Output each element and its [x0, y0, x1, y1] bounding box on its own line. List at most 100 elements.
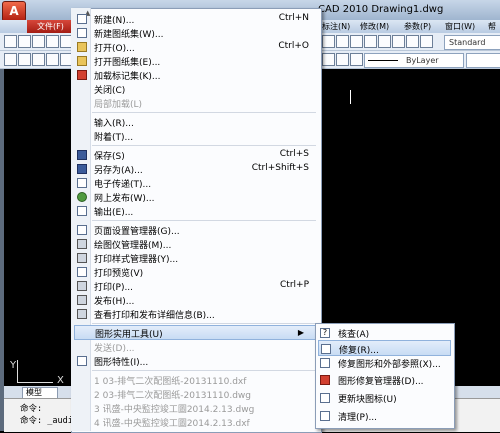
menu-item-label: 图形实用工具(U)	[95, 330, 163, 340]
menu-separator	[92, 145, 316, 146]
submenu-arrow-icon: ▶	[297, 328, 304, 337]
submenu-item-purge[interactable]: 清理(P)...	[318, 408, 451, 424]
menu-item-open-sheetset[interactable]: 打开图纸集(E)...	[74, 54, 319, 68]
menu-file[interactable]: 文件(F)	[27, 20, 71, 33]
command-history-line: 命令:	[20, 404, 43, 414]
save-disk-icon	[77, 150, 87, 160]
line-icon[interactable]	[322, 53, 335, 66]
menu-item-plot-preview[interactable]: 打印预览(V)	[74, 265, 319, 279]
menu-item-close[interactable]: 关闭(C)	[74, 82, 319, 96]
menu-item-shortcut: Ctrl+O	[278, 41, 309, 51]
menu-item-plot[interactable]: 打印(P)... Ctrl+P	[74, 279, 319, 293]
recent-file-3[interactable]: 3 讯盛-中央監控竣工圖2014.2.13.dwg	[74, 401, 319, 415]
sheetset-icon	[77, 28, 87, 38]
text-style-dropdown[interactable]: Standard	[444, 35, 500, 50]
submenu-item-label: 图形修复管理器(D)...	[338, 377, 424, 387]
menu-item-drawing-properties[interactable]: 图形特性(I)...	[74, 354, 319, 368]
sun-icon[interactable]	[32, 53, 45, 66]
submenu-item-label: 核查(A)	[338, 330, 370, 340]
arc-icon[interactable]	[336, 53, 349, 66]
menu-item-label: 输出(E)...	[94, 208, 134, 218]
tool-palette-icon[interactable]	[406, 35, 419, 48]
lock-icon[interactable]	[46, 53, 59, 66]
menu-item-label: 图形特性(I)...	[94, 358, 149, 368]
ucs-x-label: X	[57, 375, 64, 386]
recovery-manager-icon	[320, 375, 330, 385]
menu-item-new-sheetset[interactable]: 新建图纸集(W)...	[74, 26, 319, 40]
menu-item-label: 保存(S)	[94, 152, 125, 162]
layer-icon[interactable]	[4, 53, 17, 66]
menu-separator	[92, 370, 316, 371]
recent-file-4[interactable]: 4 讯盛-中央監控竣工圖2014.2.13.dxf	[74, 415, 319, 429]
application-menu-button[interactable]: A	[2, 1, 26, 22]
menu-item-label: 页面设置管理器(G)...	[94, 227, 180, 237]
page-setup-icon	[77, 225, 87, 235]
etransmit-icon	[77, 178, 87, 188]
menu-item-new[interactable]: 新建(N)... Ctrl+N	[74, 12, 319, 26]
menu-item-plotter-manager[interactable]: 绘图仪管理器(M)...	[74, 237, 319, 251]
new-doc-icon	[77, 14, 87, 24]
menu-item-load-markup[interactable]: 加载标记集(K)...	[74, 68, 319, 82]
preview-icon	[77, 267, 87, 277]
menu-item-plot-details[interactable]: 查看打印和发布详细信息(B)...	[74, 307, 319, 321]
menu-item-label: 打开图纸集(E)...	[94, 58, 161, 68]
submenu-item-recover-xrefs[interactable]: 修复图形和外部参照(X)...	[318, 355, 451, 371]
submenu-item-recover[interactable]: 修复(R)...	[318, 340, 451, 356]
menu-item-label: 另存为(A)...	[94, 166, 143, 176]
menu-item-page-setup[interactable]: 页面设置管理器(G)...	[74, 223, 319, 237]
menu-item-label: 1 03-排气二次配图纸-20131110.dxf	[94, 377, 247, 387]
plotter-icon	[77, 239, 87, 249]
print-icon[interactable]	[46, 35, 59, 48]
submenu-item-recovery-manager[interactable]: 图形修复管理器(D)...	[318, 372, 451, 388]
save-as-icon	[77, 164, 87, 174]
menu-item-label: 局部加载(L)	[94, 100, 143, 110]
menu-item-publish-web[interactable]: 网上发布(W)...	[74, 190, 319, 204]
window-title: CAD 2010 Drawing1.dwg	[318, 4, 444, 15]
bulb-icon[interactable]	[18, 53, 31, 66]
design-center-icon[interactable]	[392, 35, 405, 48]
recent-file-1[interactable]: 1 03-排气二次配图纸-20131110.dxf	[74, 373, 319, 387]
globe-icon	[77, 192, 87, 202]
ucs-y-label: Y	[10, 360, 17, 371]
menu-help[interactable]: 帮	[488, 21, 496, 32]
properties-icon[interactable]	[378, 35, 391, 48]
pan-icon[interactable]	[350, 35, 363, 48]
menu-item-etransmit[interactable]: 电子传递(T)...	[74, 176, 319, 190]
menu-item-open[interactable]: 打开(O)... Ctrl+O	[74, 40, 319, 54]
menu-item-plot-style-manager[interactable]: 打印样式管理器(Y)...	[74, 251, 319, 265]
menu-item-save[interactable]: 保存(S) Ctrl+S	[74, 148, 319, 162]
open-icon[interactable]	[18, 35, 31, 48]
recover-xrefs-icon	[320, 358, 330, 368]
redo-icon[interactable]	[336, 35, 349, 48]
menu-item-save-as[interactable]: 另存为(A)... Ctrl+Shift+S	[74, 162, 319, 176]
menu-dimension[interactable]: 标注(N)	[322, 21, 350, 32]
submenu-item-label: 修复图形和外部参照(X)...	[338, 360, 441, 370]
menu-params[interactable]: 参数(P)	[404, 21, 431, 32]
linetype-dropdown[interactable]: ByLayer	[364, 53, 464, 68]
menu-item-export[interactable]: 输出(E)...	[74, 204, 319, 218]
zoom-icon[interactable]	[364, 35, 377, 48]
menu-item-label: 发送(D)...	[94, 344, 135, 354]
menu-item-label: 4 讯盛-中央監控竣工圖2014.2.13.dxf	[94, 419, 250, 429]
menu-item-label: 绘图仪管理器(M)...	[94, 241, 172, 251]
circle-icon[interactable]	[350, 53, 363, 66]
lineweight-dropdown[interactable]	[466, 53, 500, 68]
menu-item-label: 输入(R)...	[94, 119, 134, 129]
menu-item-drawing-utilities[interactable]: 图形实用工具(U) ▶	[74, 325, 319, 340]
submenu-item-update-block-icons[interactable]: 更新块图标(U)	[318, 390, 451, 406]
menu-window[interactable]: 窗口(W)	[445, 21, 475, 32]
text-style-icon[interactable]	[420, 35, 433, 48]
menu-item-publish[interactable]: 发布(H)...	[74, 293, 319, 307]
ucs-y-axis	[17, 360, 18, 383]
export-icon	[77, 206, 87, 216]
print-icon	[77, 281, 87, 291]
menu-modify[interactable]: 修改(M)	[360, 21, 389, 32]
new-icon[interactable]	[4, 35, 17, 48]
menu-item-attach[interactable]: 附着(T)...	[74, 129, 319, 143]
menu-item-import[interactable]: 输入(R)...	[74, 115, 319, 129]
recent-file-2[interactable]: 2 03-排气二次配图纸-20131110.dwg	[74, 387, 319, 401]
command-input-line[interactable]: 命令: _audit	[20, 414, 78, 426]
undo-icon[interactable]	[322, 35, 335, 48]
submenu-item-audit[interactable]: ? 核查(A)	[318, 325, 451, 341]
save-icon[interactable]	[32, 35, 45, 48]
